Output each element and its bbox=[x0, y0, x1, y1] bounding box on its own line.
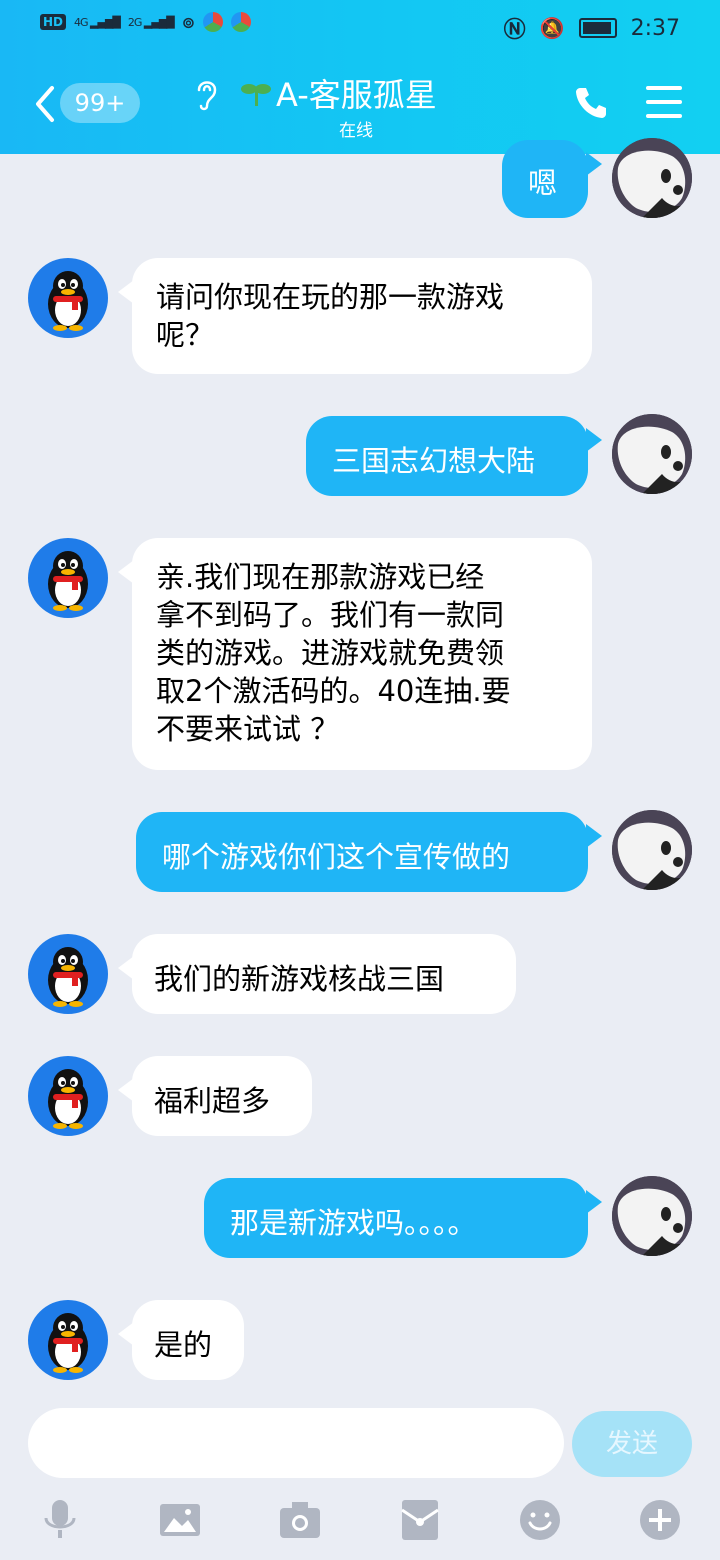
app-icon-2 bbox=[231, 12, 252, 32]
avatar-self[interactable] bbox=[612, 138, 692, 218]
plus-icon[interactable] bbox=[638, 1498, 682, 1542]
message-bubble[interactable]: 请问你现在玩的那一款游戏 呢？ bbox=[132, 258, 592, 374]
page-title: A-客服孤星 bbox=[276, 76, 437, 114]
penguin-avatar-icon bbox=[48, 551, 88, 611]
ear-icon[interactable] bbox=[194, 76, 220, 112]
battery-icon bbox=[578, 18, 617, 38]
message-bubble[interactable]: 哪个游戏你们这个宣传做的 bbox=[136, 812, 588, 892]
avatar-support[interactable] bbox=[28, 1300, 108, 1380]
message-line: 拿不到码了。我们有一款同 bbox=[156, 598, 505, 632]
image-icon[interactable] bbox=[158, 1498, 202, 1542]
message-bubble[interactable]: 福利超多 bbox=[132, 1056, 312, 1136]
signal-4g-icon: 4G ▂▄▆█ bbox=[74, 15, 121, 29]
phone-icon[interactable] bbox=[574, 84, 610, 120]
chat-header: 99+ A-客服孤星 在线 bbox=[0, 60, 720, 154]
message-bubble[interactable]: 亲.我们现在那款游戏已经 拿不到码了。我们有一款同 类的游戏。进游戏就免费领 取… bbox=[132, 538, 592, 770]
avatar-support[interactable] bbox=[28, 538, 108, 618]
panda-avatar-icon bbox=[612, 1176, 692, 1256]
message-bubble[interactable]: 是的 bbox=[132, 1300, 244, 1380]
message-bubble[interactable]: 三国志幻想大陆 bbox=[306, 416, 588, 496]
message-line: 亲.我们现在那款游戏已经 bbox=[156, 560, 485, 594]
data-icon: ⊚ bbox=[181, 12, 196, 32]
red-packet-icon[interactable] bbox=[398, 1498, 442, 1542]
penguin-avatar-icon bbox=[48, 271, 88, 331]
panda-avatar-icon bbox=[612, 138, 692, 218]
microphone-icon[interactable] bbox=[38, 1498, 82, 1542]
emoji-icon[interactable] bbox=[518, 1498, 562, 1542]
message-line: 呢？ bbox=[156, 318, 215, 352]
menu-icon[interactable] bbox=[646, 86, 682, 128]
avatar-support[interactable] bbox=[28, 258, 108, 338]
message-input[interactable] bbox=[28, 1408, 564, 1478]
avatar-support[interactable] bbox=[28, 934, 108, 1014]
message-text: 是的 bbox=[154, 1328, 213, 1362]
send-button[interactable]: 发送 bbox=[572, 1411, 692, 1477]
status-time: 2:37 bbox=[630, 15, 680, 41]
message-line: 取2个激活码的。40连抽.要 bbox=[156, 674, 511, 708]
message-bubble[interactable]: 那是新游戏吗。。。。 bbox=[204, 1178, 588, 1258]
sprout-icon bbox=[241, 84, 271, 106]
message-line: 请问你现在玩的那一款游戏 bbox=[156, 280, 505, 314]
message-text: 哪个游戏你们这个宣传做的 bbox=[162, 840, 511, 874]
hd-icon: HD bbox=[40, 14, 67, 30]
avatar-self[interactable] bbox=[612, 414, 692, 494]
penguin-avatar-icon bbox=[48, 947, 88, 1007]
nfc-icon: Ⓝ bbox=[503, 18, 526, 43]
message-bubble[interactable]: 我们的新游戏核战三国 bbox=[132, 934, 516, 1014]
status-bar: HD 4G ▂▄▆█ 2G ▂▄▆█ ⊚ Ⓝ 🔕 2:37 bbox=[0, 0, 720, 54]
mute-icon: 🔕 bbox=[539, 16, 565, 40]
composer-toolbar bbox=[0, 1490, 720, 1560]
penguin-avatar-icon bbox=[48, 1069, 88, 1129]
message-text: 福利超多 bbox=[154, 1084, 271, 1118]
message-line: 类的游戏。进游戏就免费领 bbox=[156, 636, 505, 670]
camera-icon[interactable] bbox=[278, 1498, 322, 1542]
avatar-support[interactable] bbox=[28, 1056, 108, 1136]
chevron-left-icon[interactable] bbox=[32, 84, 58, 124]
message-text: 嗯 bbox=[528, 166, 558, 200]
unread-badge[interactable]: 99+ bbox=[60, 83, 140, 123]
avatar-self[interactable] bbox=[612, 810, 692, 890]
panda-avatar-icon bbox=[612, 810, 692, 890]
message-text: 那是新游戏吗。。。。 bbox=[230, 1206, 477, 1240]
avatar-self[interactable] bbox=[612, 1176, 692, 1256]
app-icon-1 bbox=[203, 12, 224, 32]
panda-avatar-icon bbox=[612, 414, 692, 494]
message-text: 我们的新游戏核战三国 bbox=[154, 962, 445, 996]
signal-2g-icon: 2G ▂▄▆█ bbox=[127, 15, 175, 29]
top-bar: HD 4G ▂▄▆█ 2G ▂▄▆█ ⊚ Ⓝ 🔕 2:37 99+ A-客服孤星 bbox=[0, 0, 720, 154]
message-text: 三国志幻想大陆 bbox=[332, 444, 536, 478]
online-status: 在线 bbox=[339, 121, 373, 141]
penguin-avatar-icon bbox=[48, 1313, 88, 1373]
message-bubble[interactable]: 嗯 bbox=[502, 140, 588, 218]
message-line: 不要来试试 ？ bbox=[156, 712, 340, 746]
